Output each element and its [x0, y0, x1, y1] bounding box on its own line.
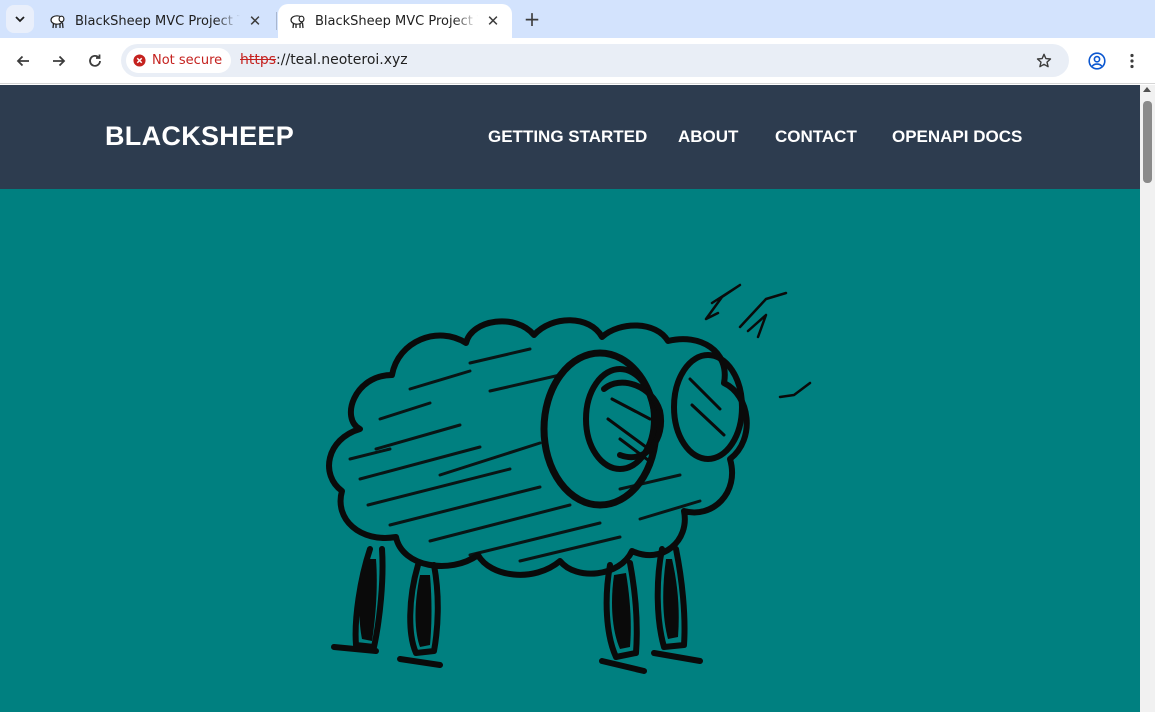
nav-link-openapi-docs[interactable]: OPENAPI DOCS	[892, 127, 1022, 147]
new-tab-button[interactable]: +	[518, 5, 546, 33]
site-nav-contact: CONTACT	[775, 127, 857, 147]
site-brand-link[interactable]: BLACKSHEEP	[105, 121, 294, 152]
address-bar[interactable]: Not secure https://teal.neoteroi.xyz	[121, 44, 1069, 77]
url-host: ://teal.neoteroi.xyz	[276, 52, 408, 68]
bookmark-button[interactable]	[1033, 50, 1055, 72]
back-button[interactable]	[8, 46, 38, 76]
scroll-up-arrow-icon[interactable]	[1143, 87, 1151, 92]
sheep-favicon-icon	[290, 15, 305, 29]
arrow-right-icon	[53, 55, 66, 67]
nav-link-about[interactable]: ABOUT	[678, 127, 738, 147]
reload-button[interactable]	[80, 46, 110, 76]
profile-icon	[1088, 52, 1106, 70]
page-scrollbar[interactable]	[1140, 85, 1155, 712]
chevron-down-icon	[15, 16, 25, 23]
sheep-favicon-icon	[50, 15, 65, 29]
kebab-menu-icon	[1130, 53, 1134, 69]
browser-toolbar: Not secure https://teal.neoteroi.xyz	[0, 38, 1155, 84]
black-sheep-illustration	[326, 283, 812, 674]
arrow-left-icon	[16, 55, 29, 67]
page-viewport: BLACKSHEEP GETTING STARTED ABOUT CONTACT…	[0, 85, 1140, 712]
site-header: BLACKSHEEP GETTING STARTED ABOUT CONTACT…	[0, 85, 1140, 189]
tab-separator	[276, 12, 277, 30]
forward-button[interactable]	[44, 46, 74, 76]
security-chip-label: Not secure	[152, 53, 223, 68]
nav-link-getting-started[interactable]: GETTING STARTED	[488, 127, 647, 147]
site-nav-openapi: OPENAPI DOCS	[892, 127, 1022, 147]
tab-title: BlackSheep MVC Project Template	[315, 13, 478, 29]
tab-active[interactable]: BlackSheep MVC Project Template ✕	[278, 4, 512, 38]
tab-title: BlackSheep MVC Project Template	[75, 13, 240, 29]
site-nav: GETTING STARTED	[488, 127, 647, 147]
url-scheme: https	[240, 52, 277, 68]
tab-strip: BlackSheep MVC Project Template ✕ BlackS…	[0, 0, 1155, 38]
nav-link-contact[interactable]: CONTACT	[775, 127, 857, 147]
url-text[interactable]: https://teal.neoteroi.xyz	[240, 52, 408, 68]
plus-icon: +	[523, 7, 541, 31]
security-chip[interactable]: Not secure	[126, 48, 232, 73]
reload-icon	[89, 54, 101, 67]
warning-icon	[133, 54, 146, 67]
star-icon	[1036, 53, 1052, 68]
site-nav-about: ABOUT	[678, 127, 738, 147]
hero-section	[0, 189, 1140, 712]
scroll-thumb[interactable]	[1143, 101, 1152, 183]
tab-search-button[interactable]	[6, 5, 34, 33]
profile-button[interactable]	[1082, 46, 1112, 76]
tab-inactive[interactable]: BlackSheep MVC Project Template ✕	[38, 4, 274, 38]
browser-menu-button[interactable]	[1118, 46, 1146, 76]
tab-close-icon[interactable]: ✕	[246, 12, 264, 30]
tab-close-icon[interactable]: ✕	[484, 12, 502, 30]
